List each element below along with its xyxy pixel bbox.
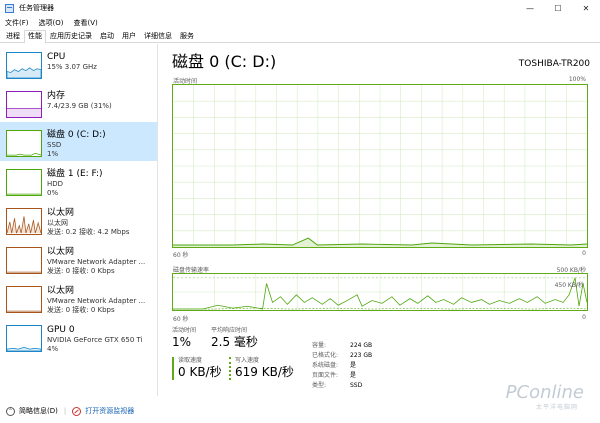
- tab-users[interactable]: 用户: [118, 30, 140, 42]
- page-file-value: 是: [350, 372, 357, 379]
- tab-app-history[interactable]: 应用历史记录: [46, 30, 96, 42]
- watermark-subtitle: 太平洋电脑网: [535, 404, 578, 411]
- window-title: 任务管理器: [19, 4, 54, 12]
- sidebar-item-detail-2: 发送: 0 接收: 0 Kbps: [47, 267, 115, 275]
- sidebar-item-detail-2: 4%: [47, 345, 59, 353]
- resource-monitor-icon[interactable]: [72, 406, 82, 416]
- ethernet-graph-icon: [6, 208, 42, 235]
- activity-graph-max: 100%: [568, 76, 586, 83]
- sidebar-item-detail-2: 0%: [47, 189, 59, 197]
- sidebar-item-detail: HDD: [47, 180, 64, 188]
- sidebar-item-detail: VMware Network Adapter ...: [47, 297, 146, 305]
- tab-performance[interactable]: 性能: [24, 30, 46, 43]
- sidebar-item-detail: VMware Network Adapter ...: [47, 258, 146, 266]
- tab-startup[interactable]: 启动: [96, 30, 118, 42]
- sidebar-item-detail: 15% 3.07 GHz: [47, 63, 97, 71]
- ethernet-graph-icon: [6, 286, 42, 313]
- write-speed-label: 写入速度: [235, 357, 260, 364]
- sidebar-item-cpu[interactable]: CPU 15% 3.07 GHz: [0, 44, 157, 83]
- transfer-rate-graph: [172, 273, 588, 311]
- open-resource-monitor-link[interactable]: 打开资源监视器: [85, 406, 134, 416]
- activity-graph-time: 60 秒: [173, 252, 189, 259]
- disk-info-grid: 容量: 224 GB 已格式化: 223 GB 系统磁盘: 是 页面文件: 是 …: [312, 341, 410, 390]
- read-speed-stat: 读取速度 0 KB/秒: [172, 357, 222, 380]
- sidebar-item-detail-2: 发送: 0.2 接收: 4.2 Mbps: [47, 228, 130, 236]
- capacity-label: 容量:: [312, 342, 327, 349]
- sidebar-item-title: 以太网: [47, 208, 75, 218]
- sidebar-item-title: CPU: [47, 52, 66, 62]
- sidebar-item-gpu[interactable]: GPU 0 NVIDIA GeForce GTX 650 Ti 4%: [0, 317, 157, 356]
- sidebar-item-title: 以太网: [47, 247, 75, 257]
- transfer-graph-min: 0: [582, 314, 586, 321]
- system-disk-value: 是: [350, 362, 357, 369]
- footer-divider: |: [63, 407, 67, 415]
- sidebar-item-memory[interactable]: 内存 7.4/23.9 GB (31%): [0, 83, 157, 122]
- response-time-label: 平均响应时间: [211, 327, 248, 334]
- transfer-graph-time: 60 秒: [173, 316, 189, 323]
- formatted-value: 223 GB: [350, 352, 373, 359]
- activity-graph-min: 0: [582, 250, 586, 257]
- page-title: 磁盘 0 (C: D:): [172, 52, 277, 71]
- disk-type-label: 类型:: [312, 382, 327, 389]
- menu-options[interactable]: 选项(O): [34, 18, 69, 28]
- active-time-value: 1%: [172, 335, 192, 349]
- sidebar-item-title: 磁盘 1 (E: F:): [47, 169, 103, 179]
- sidebar-item-detail-2: 发送: 0 接收: 0 Kbps: [47, 306, 115, 314]
- ethernet-graph-icon: [6, 247, 42, 274]
- minimize-button[interactable]: —: [516, 0, 544, 16]
- title-bar: 任务管理器 — ☐ ✕: [0, 0, 600, 16]
- sidebar-item-detail: NVIDIA GeForce GTX 650 Ti: [47, 336, 143, 344]
- sidebar-item-title: 磁盘 0 (C: D:): [47, 130, 106, 140]
- sidebar-item-detail: SSD: [47, 141, 62, 149]
- chevron-up-icon[interactable]: ⌃: [6, 406, 15, 416]
- maximize-button[interactable]: ☐: [544, 0, 572, 16]
- sidebar-item-detail-2: 1%: [47, 150, 59, 158]
- write-speed-value: 619 KB/秒: [235, 365, 294, 379]
- page-file-label: 页面文件:: [312, 372, 339, 379]
- close-button[interactable]: ✕: [572, 0, 600, 16]
- sidebar-item-disk-1[interactable]: 磁盘 1 (E: F:) HDD 0%: [0, 161, 157, 200]
- tab-processes[interactable]: 进程: [2, 30, 24, 42]
- menu-view[interactable]: 查看(V): [68, 18, 102, 28]
- disk-detail-panel: 磁盘 0 (C: D:) TOSHIBA-TR200 活动时间 100% 60 …: [162, 44, 596, 396]
- menu-file[interactable]: 文件(F): [0, 18, 34, 28]
- read-speed-label: 读取速度: [178, 357, 203, 364]
- sidebar-item-vmware-ethernet-1[interactable]: 以太网 VMware Network Adapter ... 发送: 0 接收:…: [0, 239, 157, 278]
- response-time-stat: 平均响应时间 2.5 毫秒: [211, 327, 258, 350]
- activity-time-graph: [172, 84, 588, 248]
- disk-model: TOSHIBA-TR200: [518, 59, 590, 69]
- cpu-graph-icon: [6, 52, 42, 79]
- active-time-label: 活动时间: [172, 327, 197, 334]
- memory-graph-icon: [6, 91, 42, 118]
- sidebar-item-ethernet[interactable]: 以太网 以太网 发送: 0.2 接收: 4.2 Mbps: [0, 200, 157, 239]
- performance-sidebar: CPU 15% 3.07 GHz 内存 7.4/23.9 GB (31%) 磁盘…: [0, 44, 158, 396]
- tab-services[interactable]: 服务: [176, 30, 198, 42]
- gpu-graph-icon: [6, 325, 42, 352]
- system-disk-label: 系统磁盘:: [312, 362, 339, 369]
- disk-graph-icon: [6, 130, 42, 157]
- sidebar-item-detail: 以太网: [47, 219, 68, 227]
- read-speed-value: 0 KB/秒: [178, 365, 222, 379]
- sidebar-item-vmware-ethernet-2[interactable]: 以太网 VMware Network Adapter ... 发送: 0 接收:…: [0, 278, 157, 317]
- window-controls: — ☐ ✕: [516, 0, 600, 16]
- sidebar-item-title: 以太网: [47, 286, 75, 296]
- sidebar-item-title: 内存: [47, 91, 66, 101]
- sidebar-item-disk-0[interactable]: 磁盘 0 (C: D:) SSD 1%: [0, 122, 157, 161]
- disk-graph-icon: [6, 169, 42, 196]
- watermark-logo: PConline: [505, 382, 584, 403]
- active-time-stat: 活动时间 1%: [172, 327, 196, 350]
- sidebar-item-title: GPU 0: [47, 325, 75, 335]
- response-time-value: 2.5 毫秒: [211, 335, 258, 349]
- write-speed-stat: 写入速度 619 KB/秒: [229, 357, 294, 380]
- task-manager-icon: [5, 3, 14, 13]
- tab-bar: 进程 性能 应用历史记录 启动 用户 详细信息 服务: [0, 30, 600, 43]
- formatted-label: 已格式化:: [312, 352, 339, 359]
- disk-type-value: SSD: [350, 382, 363, 389]
- fewer-details-button[interactable]: 简略信息(D): [19, 406, 58, 416]
- tab-details[interactable]: 详细信息: [140, 30, 176, 42]
- transfer-graph-mid: 450 KB/秒: [554, 282, 584, 289]
- sidebar-item-detail: 7.4/23.9 GB (31%): [47, 102, 112, 110]
- capacity-value: 224 GB: [350, 342, 373, 349]
- menu-bar: 文件(F) 选项(O) 查看(V): [0, 16, 103, 29]
